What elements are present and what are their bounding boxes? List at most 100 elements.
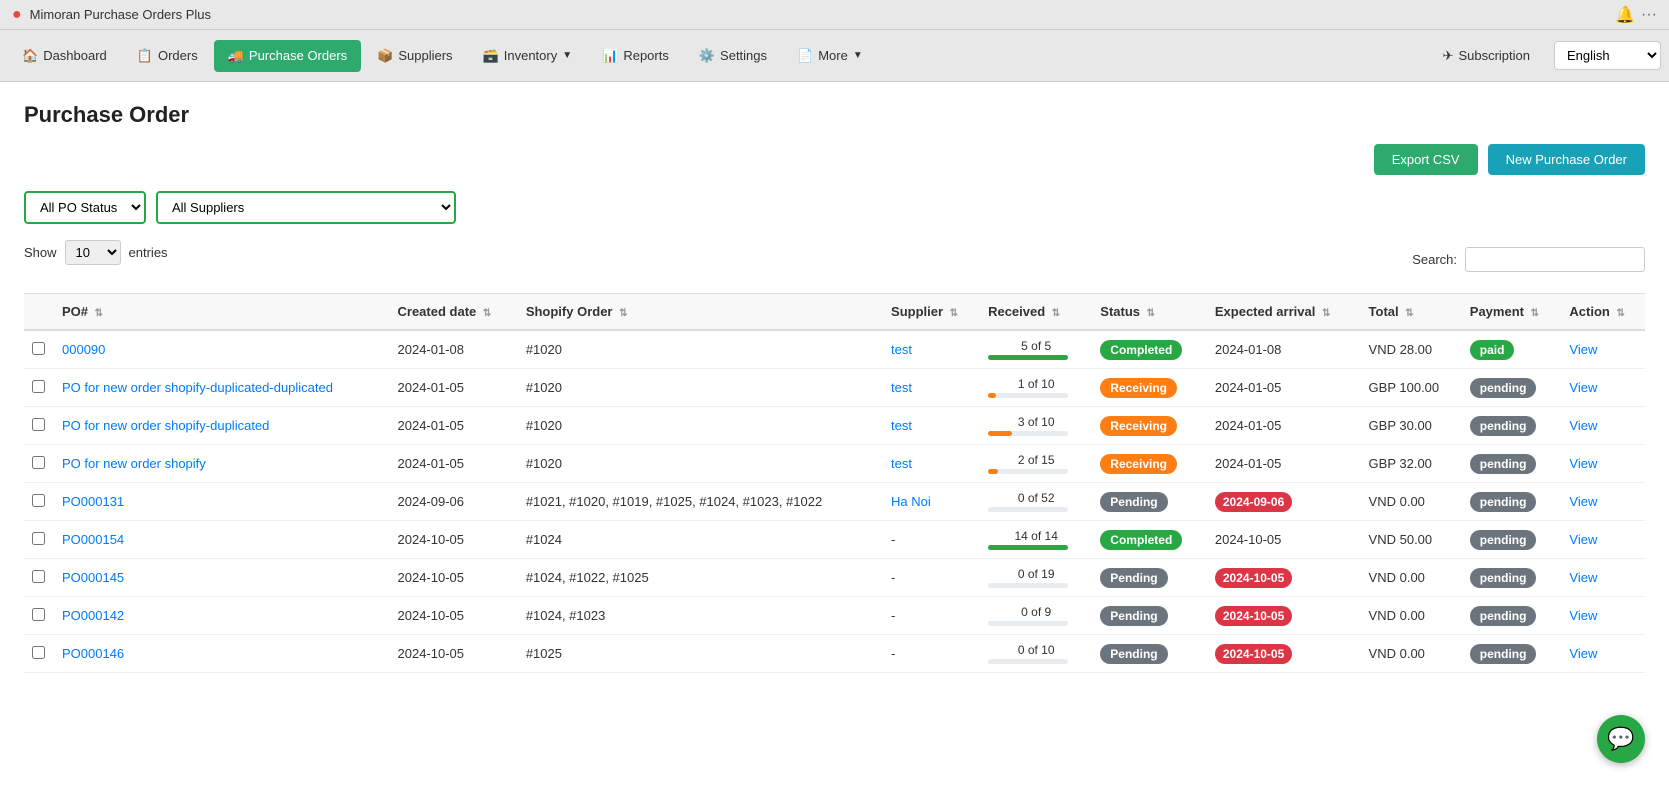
row-checkbox[interactable]	[32, 380, 45, 393]
view-link[interactable]: View	[1569, 532, 1597, 547]
row-checkbox[interactable]	[32, 342, 45, 355]
po-number-link[interactable]: PO for new order shopify-duplicated-dupl…	[62, 380, 333, 395]
view-link[interactable]: View	[1569, 494, 1597, 509]
row-checkbox[interactable]	[32, 494, 45, 507]
shopify-order-cell: #1021, #1020, #1019, #1025, #1024, #1023…	[518, 483, 883, 521]
po-number-link[interactable]: PO000154	[62, 532, 124, 547]
nav-item-orders[interactable]: 📋 Orders	[123, 40, 212, 72]
more-options-icon[interactable]: ···	[1641, 6, 1657, 24]
po-status-filter[interactable]: All PO Status Completed Receiving Pendin…	[24, 191, 146, 224]
col-header-status[interactable]: Status ⇅	[1092, 294, 1207, 331]
col-header-created-date[interactable]: Created date ⇅	[390, 294, 518, 331]
expected-arrival-cell: 2024-10-05	[1207, 635, 1361, 673]
po-number-link[interactable]: PO000146	[62, 646, 124, 661]
payment-cell: pending	[1462, 407, 1562, 445]
nav-item-inventory[interactable]: 🗃️ Inventory ▼	[469, 40, 587, 72]
row-checkbox[interactable]	[32, 646, 45, 659]
expected-arrival-cell: 2024-01-05	[1207, 445, 1361, 483]
status-badge: Pending	[1100, 606, 1167, 626]
view-link[interactable]: View	[1569, 456, 1597, 471]
view-link[interactable]: View	[1569, 342, 1597, 357]
payment-badge: pending	[1470, 606, 1537, 626]
app-title: Mimoran Purchase Orders Plus	[30, 7, 211, 22]
orders-icon: 📋	[137, 48, 153, 64]
supplier-link[interactable]: test	[891, 418, 912, 433]
supplier-link[interactable]: Ha Noi	[891, 494, 931, 509]
view-link[interactable]: View	[1569, 570, 1597, 585]
col-header-supplier[interactable]: Supplier ⇅	[883, 294, 980, 331]
row-checkbox[interactable]	[32, 456, 45, 469]
supplier-link[interactable]: test	[891, 456, 912, 471]
nav-item-reports[interactable]: 📊 Reports	[588, 40, 683, 72]
created-date-cell: 2024-10-05	[390, 559, 518, 597]
table-row: PO0001542024-10-05#1024-14 of 14Complete…	[24, 521, 1645, 559]
nav-item-suppliers[interactable]: 📦 Suppliers	[363, 40, 466, 72]
nav-label-purchase-orders: Purchase Orders	[249, 48, 347, 63]
status-cell: Pending	[1092, 559, 1207, 597]
view-link[interactable]: View	[1569, 380, 1597, 395]
row-checkbox[interactable]	[32, 608, 45, 621]
po-number-link[interactable]: PO000145	[62, 570, 124, 585]
nav-item-more[interactable]: 📄 More ▼	[783, 40, 877, 72]
col-header-action[interactable]: Action ⇅	[1561, 294, 1645, 331]
col-header-po-number[interactable]: PO# ⇅	[54, 294, 390, 331]
nav-item-settings[interactable]: ⚙️ Settings	[685, 40, 781, 72]
reports-icon: 📊	[602, 48, 618, 64]
expected-arrival-cell: 2024-01-05	[1207, 407, 1361, 445]
col-header-total[interactable]: Total ⇅	[1361, 294, 1462, 331]
total-cell: GBP 32.00	[1361, 445, 1462, 483]
row-checkbox[interactable]	[32, 570, 45, 583]
new-purchase-order-button[interactable]: New Purchase Order	[1488, 144, 1645, 175]
purchase-orders-table: PO# ⇅ Created date ⇅ Shopify Order ⇅ Sup…	[24, 293, 1645, 673]
navbar: 🏠 Dashboard 📋 Orders 🚚 Purchase Orders 📦…	[0, 30, 1669, 82]
supplier-link[interactable]: test	[891, 380, 912, 395]
po-number-link[interactable]: PO for new order shopify	[62, 456, 206, 471]
total-cell: VND 28.00	[1361, 330, 1462, 369]
view-link[interactable]: View	[1569, 608, 1597, 623]
payment-cell: pending	[1462, 559, 1562, 597]
export-csv-button[interactable]: Export CSV	[1374, 144, 1478, 175]
subscription-button[interactable]: ✈ Subscription	[1429, 42, 1544, 70]
row-checkbox[interactable]	[32, 532, 45, 545]
notification-icon[interactable]: 🔔	[1615, 5, 1635, 25]
po-number-link[interactable]: PO for new order shopify-duplicated	[62, 418, 269, 433]
nav-item-dashboard[interactable]: 🏠 Dashboard	[8, 40, 121, 72]
col-header-shopify-order[interactable]: Shopify Order ⇅	[518, 294, 883, 331]
supplier-filter[interactable]: All Suppliers	[156, 191, 456, 224]
col-header-received[interactable]: Received ⇅	[980, 294, 1092, 331]
truck-icon: 🚚	[228, 48, 244, 64]
overdue-date-badge: 2024-10-05	[1215, 606, 1292, 626]
created-date-cell: 2024-10-05	[390, 521, 518, 559]
status-cell: Pending	[1092, 483, 1207, 521]
received-cell: 0 of 10	[980, 635, 1092, 673]
entries-count-select[interactable]: 10 25 50 100	[65, 240, 121, 265]
row-checkbox[interactable]	[32, 418, 45, 431]
more-icon: 📄	[797, 48, 813, 64]
payment-badge: pending	[1470, 644, 1537, 664]
received-cell: 0 of 19	[980, 559, 1092, 597]
view-link[interactable]: View	[1569, 418, 1597, 433]
supplier-link[interactable]: test	[891, 342, 912, 357]
search-label: Search:	[1412, 252, 1457, 267]
status-cell: Receiving	[1092, 445, 1207, 483]
created-date-cell: 2024-10-05	[390, 635, 518, 673]
shopify-order-cell: #1020	[518, 369, 883, 407]
view-link[interactable]: View	[1569, 646, 1597, 661]
language-select[interactable]: English Vietnamese	[1554, 41, 1661, 70]
nav-item-purchase-orders[interactable]: 🚚 Purchase Orders	[214, 40, 361, 72]
inventory-icon: 🗃️	[483, 48, 499, 64]
action-cell: View	[1561, 597, 1645, 635]
inventory-dropdown-icon: ▼	[562, 50, 572, 61]
payment-badge: pending	[1470, 492, 1537, 512]
status-cell: Receiving	[1092, 369, 1207, 407]
po-number-link[interactable]: PO000131	[62, 494, 124, 509]
po-number-link[interactable]: PO000142	[62, 608, 124, 623]
col-header-expected-arrival[interactable]: Expected arrival ⇅	[1207, 294, 1361, 331]
table-row: PO0001422024-10-05#1024, #1023-0 of 9Pen…	[24, 597, 1645, 635]
chat-button[interactable]: 💬	[1597, 715, 1645, 763]
col-header-payment[interactable]: Payment ⇅	[1462, 294, 1562, 331]
po-number-link[interactable]: 000090	[62, 342, 105, 357]
filter-row: All PO Status Completed Receiving Pendin…	[24, 191, 1645, 224]
expected-arrival-cell: 2024-01-05	[1207, 369, 1361, 407]
search-input[interactable]	[1465, 247, 1645, 272]
